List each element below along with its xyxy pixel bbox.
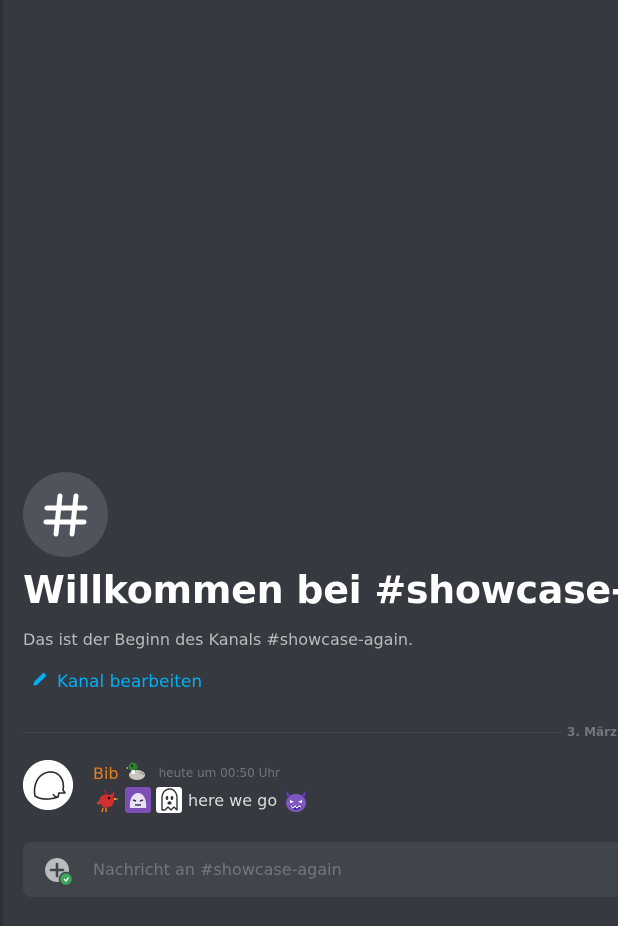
pencil-icon [32, 671, 48, 692]
channel-hash-icon [23, 472, 108, 557]
avatar[interactable] [23, 760, 73, 810]
purple-creature-emoji[interactable] [124, 786, 152, 814]
sidebar-edge [0, 0, 3, 926]
date-divider-label: 3. März [567, 725, 618, 739]
message-timestamp: heute um 00:50 Uhr [158, 766, 280, 780]
duck-icon [125, 760, 147, 786]
message-header: Bib heute um 00:50 Uhr [93, 760, 280, 786]
channel-welcome-title: Willkommen bei #showcase-again [23, 568, 618, 612]
edit-channel-link[interactable]: Kanal bearbeiten [32, 671, 202, 692]
chat-view: Willkommen bei #showcase-again Das ist d… [0, 0, 618, 926]
ghost-emoji[interactable] [155, 786, 183, 814]
message-composer [23, 842, 618, 897]
message-input[interactable] [93, 842, 613, 897]
date-divider [23, 732, 563, 733]
red-bird-emoji[interactable] [93, 786, 121, 814]
channel-welcome-subtitle: Das ist der Beginn des Kanals #showcase-… [23, 630, 414, 649]
add-plus-icon[interactable] [44, 857, 74, 887]
message-username[interactable]: Bib [93, 764, 119, 783]
edit-channel-label: Kanal bearbeiten [57, 671, 203, 692]
purple-devil-emoji[interactable] [282, 786, 310, 814]
message-content: here we go [93, 786, 310, 814]
message-text: here we go [188, 790, 278, 810]
